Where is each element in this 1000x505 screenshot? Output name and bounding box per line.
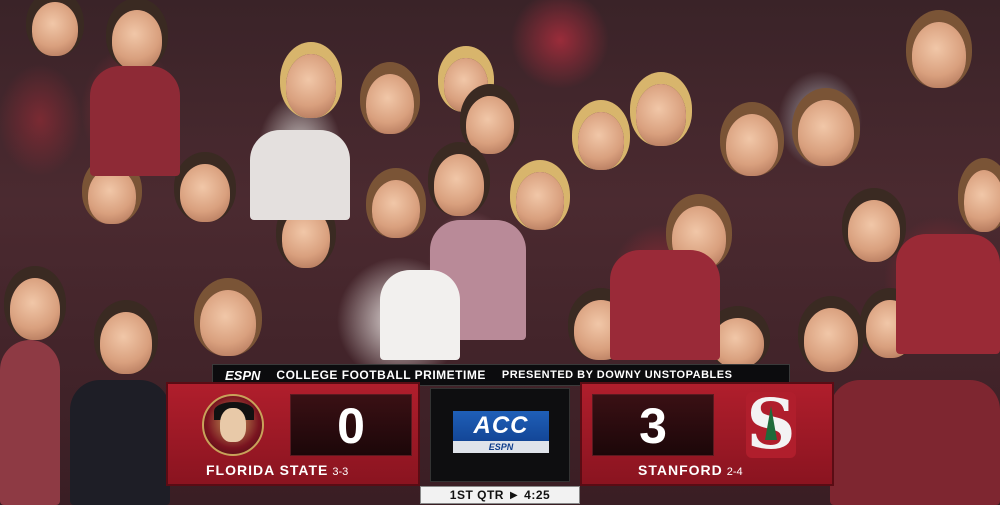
spectator-head — [200, 290, 256, 356]
spectator-head — [578, 112, 624, 170]
spectator-shirt — [830, 380, 1000, 505]
spectator-head — [100, 312, 152, 374]
spectator-shirt — [70, 380, 170, 505]
spectator-shirt — [610, 250, 720, 360]
spectator-head — [88, 168, 136, 224]
spectator-head — [912, 22, 966, 88]
stanford-s-tree-icon: S — [746, 391, 796, 459]
spectator-shirt — [380, 270, 460, 360]
spectator-shirt — [90, 66, 180, 176]
away-team-panel: 3 S STANFORD 2-4 — [580, 382, 834, 486]
game-clock: 1ST QTR ▶ 4:25 — [420, 486, 580, 504]
scorebug: 0 FLORIDA STATE 3-3 ACC ESPN 3 S STANFORD… — [166, 382, 836, 486]
spectator-head — [180, 164, 230, 222]
spectator-head — [434, 154, 484, 216]
spectator-head — [798, 100, 854, 166]
spectator-shirt — [896, 234, 1000, 354]
face-shape — [220, 408, 246, 442]
game-time: 4:25 — [524, 488, 551, 502]
spectator-head — [964, 170, 1000, 232]
spectator-head — [726, 114, 778, 176]
spectator-shirt — [0, 340, 60, 505]
show-title: COLLEGE FOOTBALL PRIMETIME — [276, 368, 486, 382]
play-arrow-icon: ▶ — [509, 489, 519, 501]
spectator-head — [636, 84, 686, 146]
spectator-head — [804, 308, 858, 372]
spectator-head — [516, 172, 564, 230]
spectator-head — [372, 180, 420, 238]
espn-logo: ESPN — [225, 367, 261, 383]
home-team-panel: 0 FLORIDA STATE 3-3 — [166, 382, 420, 486]
conference-panel: ACC ESPN — [430, 388, 570, 482]
spectator-head — [112, 10, 162, 70]
spectator-head — [848, 200, 900, 262]
game-period: 1ST QTR — [449, 488, 504, 502]
spectator-head — [32, 2, 78, 56]
home-score: 0 — [290, 394, 412, 456]
spectator-head — [466, 96, 514, 154]
tree-shape — [765, 406, 777, 440]
spectator-shirt — [250, 130, 350, 220]
sponsor-text: PRESENTED BY DOWNY UNSTOPABLES — [501, 369, 733, 381]
away-team-name: STANFORD — [638, 462, 723, 478]
home-team-name-row: FLORIDA STATE 3-3 — [206, 462, 348, 478]
away-team-name-row: STANFORD 2-4 — [638, 462, 743, 478]
spectator-head — [366, 74, 414, 134]
home-team-record: 3-3 — [332, 466, 349, 478]
away-score: 3 — [592, 394, 714, 456]
spectator-head — [286, 54, 336, 118]
home-team-name: FLORIDA STATE — [206, 462, 329, 478]
spectator-head — [10, 278, 60, 340]
away-team-record: 2-4 — [726, 466, 743, 478]
acc-network-logo: ESPN — [453, 441, 549, 453]
seminole-head-icon — [202, 394, 264, 456]
